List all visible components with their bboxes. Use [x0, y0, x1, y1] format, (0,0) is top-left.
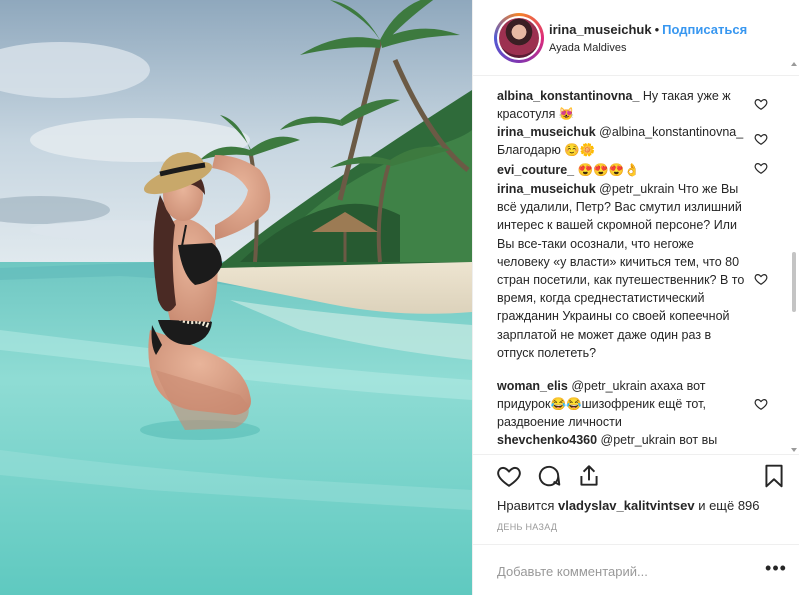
- comment-item: albina_konstantinovna_ Ну такая уже ж кр…: [497, 87, 745, 123]
- comment-username[interactable]: shevchenko4360: [497, 433, 597, 447]
- comments-list[interactable]: albina_konstantinovna_ Ну такая уже ж кр…: [473, 77, 799, 454]
- comment-like-heart-icon[interactable]: [754, 132, 768, 146]
- header-separator: •: [654, 22, 660, 37]
- header-line: irina_museichuk • Подписаться: [549, 22, 747, 37]
- comment-input[interactable]: [497, 561, 747, 581]
- comment-item: irina_museichuk @petr_ukrain Что же Вы в…: [497, 180, 745, 362]
- author-username[interactable]: irina_museichuk: [549, 22, 652, 37]
- comment-username[interactable]: irina_museichuk: [497, 182, 596, 196]
- avatar-image: [499, 18, 539, 58]
- heart-icon[interactable]: [496, 463, 522, 489]
- comment-icon[interactable]: [536, 463, 562, 489]
- follow-button[interactable]: Подписаться: [662, 22, 747, 37]
- scroll-up-arrow-icon[interactable]: [791, 62, 797, 66]
- bookmark-icon[interactable]: [761, 463, 787, 489]
- comment-like-heart-icon[interactable]: [754, 272, 768, 286]
- post-actions: [473, 454, 799, 494]
- comment-text: 😍😍😍👌: [574, 163, 640, 177]
- comment-item: shevchenko4360 @petr_ukrain вот вы нароч…: [497, 431, 745, 454]
- comment-item: woman_elis @petr_ukrain ахаха вот придур…: [497, 377, 745, 432]
- comment-username[interactable]: woman_elis: [497, 379, 568, 393]
- comments-scrollbar[interactable]: [791, 62, 797, 452]
- comment-username[interactable]: evi_couture_: [497, 163, 574, 177]
- post-header: irina_museichuk • Подписаться Ayada Maldiv…: [473, 0, 799, 76]
- liked-by-username[interactable]: vladyslav_kalitvintsev: [558, 498, 695, 513]
- comment-like-heart-icon[interactable]: [754, 97, 768, 111]
- comment-text: @petr_ukrain Что же Вы всё удалили, Петр…: [497, 182, 745, 360]
- scroll-thumb[interactable]: [792, 252, 796, 312]
- post-photo[interactable]: [0, 0, 472, 595]
- scroll-down-arrow-icon[interactable]: [791, 448, 797, 452]
- comment-like-heart-icon[interactable]: [754, 161, 768, 175]
- comment-username[interactable]: albina_konstantinovna_: [497, 89, 639, 103]
- comment-username[interactable]: irina_museichuk: [497, 125, 596, 139]
- add-comment-bar: •••: [473, 544, 799, 595]
- post-date[interactable]: ДЕНЬ НАЗАД: [497, 522, 557, 532]
- share-icon[interactable]: [576, 463, 602, 489]
- more-options-icon[interactable]: •••: [765, 559, 787, 581]
- comment-item: evi_couture_ 😍😍😍👌: [497, 161, 745, 179]
- likes-suffix[interactable]: и ещё 896: [695, 498, 759, 513]
- avatar[interactable]: [494, 13, 544, 63]
- location-link[interactable]: Ayada Maldives: [549, 42, 626, 54]
- likes-count: Нравится vladyslav_kalitvintsev и ещё 89…: [497, 498, 760, 513]
- comment-like-heart-icon[interactable]: [754, 397, 768, 411]
- comment-item: irina_museichuk @albina_konstantinovna_ …: [497, 123, 745, 159]
- likes-prefix: Нравится: [497, 498, 558, 513]
- avatar-ring: [497, 16, 541, 60]
- post-sidebar: irina_museichuk • Подписаться Ayada Maldiv…: [472, 0, 799, 595]
